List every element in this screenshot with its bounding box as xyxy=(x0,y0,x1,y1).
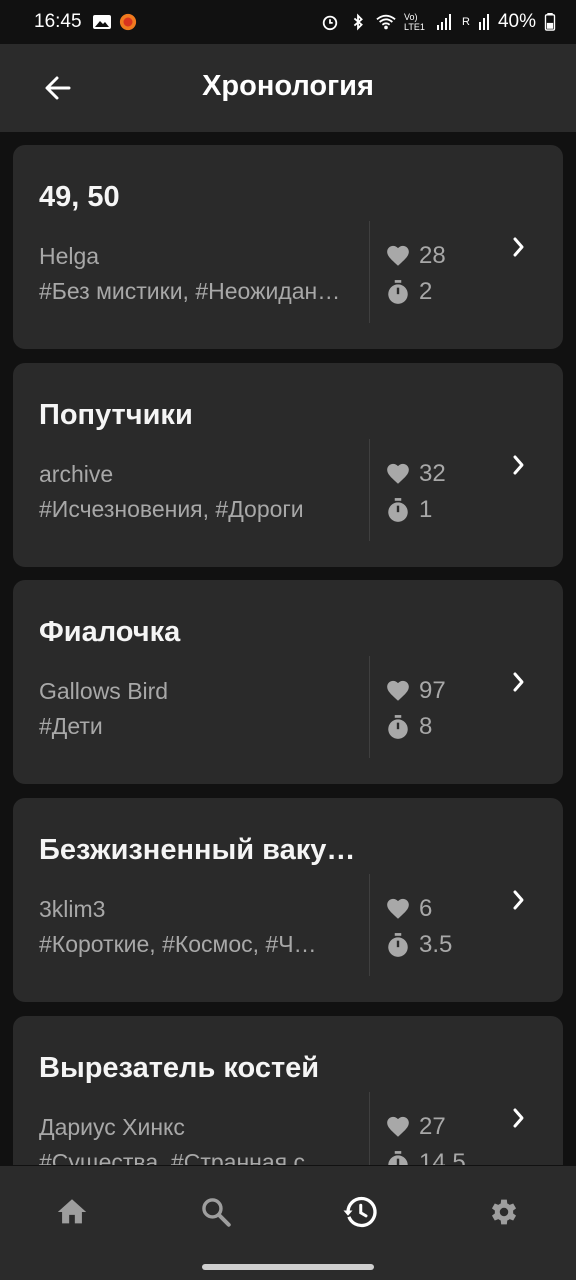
volte-label: Vo) LTE1 xyxy=(404,12,425,32)
gesture-bar[interactable] xyxy=(202,1264,374,1270)
time-stat: 3.5 xyxy=(385,930,452,960)
card-divider xyxy=(369,874,370,976)
likes-stat: 97 xyxy=(385,676,446,706)
gear-icon xyxy=(491,1199,517,1225)
heart-icon xyxy=(387,680,409,701)
heart-icon xyxy=(387,898,409,919)
time-stat: 2 xyxy=(385,277,432,307)
story-title: Фиалочка xyxy=(39,616,181,648)
reading-time: 1 xyxy=(419,496,433,523)
card-divider xyxy=(369,221,370,323)
story-title: 49, 50 xyxy=(39,181,120,213)
chevron-right-icon xyxy=(513,1108,524,1128)
time-stat: 14.5 xyxy=(385,1148,466,1165)
chevron-right-icon xyxy=(513,890,524,910)
story-author: 3klim3 xyxy=(39,896,106,922)
wifi-icon xyxy=(376,14,396,30)
story-tags: #Исчезновения, #Дороги xyxy=(39,496,304,522)
chevron-right-icon xyxy=(513,672,524,692)
nav-history[interactable] xyxy=(330,1192,390,1232)
story-card[interactable]: 49, 50 Helga #Без мистики, #Неожиданный … xyxy=(13,145,563,349)
app-bar: Хронология xyxy=(0,44,576,132)
timer-icon xyxy=(388,933,408,957)
story-card[interactable]: Вырезатель костей Дариус Хинкс #Существа… xyxy=(13,1016,563,1165)
card-divider xyxy=(369,439,370,541)
time-stat: 1 xyxy=(385,495,432,525)
likes-stat: 6 xyxy=(385,894,432,924)
story-title: Попутчики xyxy=(39,399,193,431)
story-author: Helga xyxy=(39,243,100,269)
likes-count: 27 xyxy=(419,1113,446,1140)
heart-icon xyxy=(387,1116,409,1137)
card-divider xyxy=(369,656,370,758)
alarm-icon xyxy=(322,15,338,31)
timer-icon xyxy=(388,280,408,304)
story-tags: #Дети xyxy=(39,713,103,739)
page-title: Хронология xyxy=(202,70,374,102)
chevron-right-icon xyxy=(513,237,524,257)
search-icon xyxy=(202,1198,231,1227)
likes-stat: 32 xyxy=(385,459,446,489)
time-stat: 8 xyxy=(385,712,432,742)
nav-home[interactable] xyxy=(42,1192,102,1232)
reading-time: 8 xyxy=(419,713,433,740)
story-tags: #Короткие, #Космос, #Ч… xyxy=(39,931,317,957)
heart-icon xyxy=(387,463,409,484)
battery-icon xyxy=(544,13,556,31)
history-icon xyxy=(343,1196,377,1228)
story-title: Вырезатель костей xyxy=(39,1052,320,1084)
timer-icon xyxy=(388,1151,408,1165)
story-author: Дариус Хинкс xyxy=(39,1114,185,1140)
chevron-right-icon xyxy=(513,455,524,475)
story-card[interactable]: Безжизненный ваку… 3klim3 #Короткие, #Ко… xyxy=(13,798,563,1002)
story-tags: #Без мистики, #Неожиданный финал xyxy=(39,278,351,304)
bluetooth-icon xyxy=(353,13,363,31)
battery-percent: 40% xyxy=(497,11,536,32)
reading-time: 3.5 xyxy=(419,931,453,958)
roaming-label: R xyxy=(462,16,470,28)
likes-stat: 27 xyxy=(385,1112,446,1142)
notification-app-icon xyxy=(119,13,136,31)
timer-icon xyxy=(388,498,408,522)
heart-icon xyxy=(387,245,409,266)
story-author: archive xyxy=(39,461,114,487)
likes-stat: 28 xyxy=(385,241,446,271)
home-icon xyxy=(57,1199,87,1224)
story-card[interactable]: Фиалочка Gallows Bird #Дети 97 8 xyxy=(13,580,563,784)
story-tags: #Существа, #Странная с… xyxy=(39,1149,328,1165)
bottom-navigation xyxy=(0,1166,576,1280)
likes-count: 32 xyxy=(419,460,446,487)
story-list[interactable]: 49, 50 Helga #Без мистики, #Неожиданный … xyxy=(13,145,563,1165)
reading-time: 2 xyxy=(419,278,433,305)
reading-time: 14.5 xyxy=(419,1149,466,1165)
nav-settings[interactable] xyxy=(474,1192,534,1232)
timer-icon xyxy=(388,715,408,739)
story-author: Gallows Bird xyxy=(39,678,169,704)
likes-count: 28 xyxy=(419,242,446,269)
likes-count: 6 xyxy=(419,895,433,922)
signal-roaming-icon xyxy=(478,14,489,30)
status-time: 16:45 xyxy=(34,11,82,32)
image-icon xyxy=(92,15,111,29)
story-card[interactable]: Попутчики archive #Исчезновения, #Дороги… xyxy=(13,363,563,567)
signal-icon xyxy=(437,14,452,30)
likes-count: 97 xyxy=(419,677,446,704)
nav-search[interactable] xyxy=(186,1192,246,1232)
status-bar: 16:45 Vo) LTE1 R 40% xyxy=(0,0,576,44)
story-title: Безжизненный ваку… xyxy=(39,834,356,866)
card-divider xyxy=(369,1092,370,1165)
